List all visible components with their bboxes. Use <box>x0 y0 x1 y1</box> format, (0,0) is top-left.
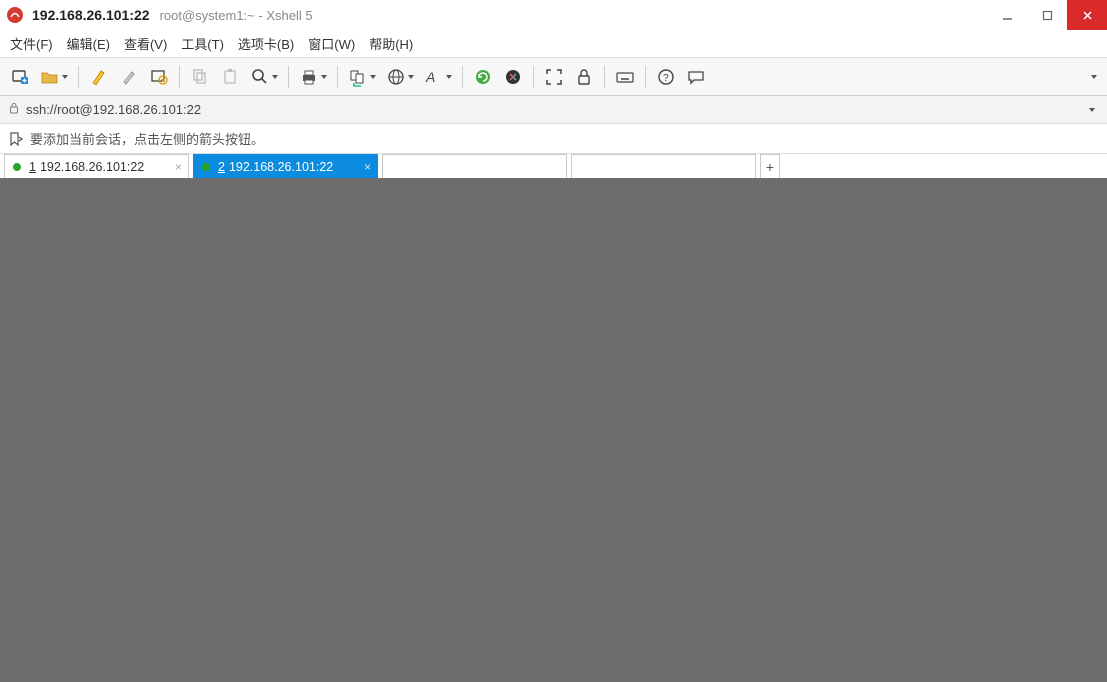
app-icon <box>6 6 24 24</box>
lock-button[interactable] <box>570 63 598 91</box>
menubar: 文件(F) 编辑(E) 查看(V) 工具(T) 选项卡(B) 窗口(W) 帮助(… <box>0 30 1107 58</box>
minimize-button[interactable] <box>987 0 1027 30</box>
paste-button[interactable] <box>216 63 244 91</box>
close-button[interactable] <box>1067 0 1107 30</box>
font-button[interactable]: A <box>420 63 456 91</box>
menu-help[interactable]: 帮助(H) <box>369 34 413 53</box>
fullscreen-button[interactable] <box>540 63 568 91</box>
menu-tools[interactable]: 工具(T) <box>181 34 224 53</box>
svg-text:?: ? <box>663 73 669 84</box>
svg-text:A: A <box>425 69 435 85</box>
copy-button[interactable] <box>186 63 214 91</box>
toolbar: A ? <box>0 58 1107 96</box>
hint-text: 要添加当前会话，点击左侧的箭头按钮。 <box>30 129 264 148</box>
open-session-button[interactable] <box>36 63 72 91</box>
find-button[interactable] <box>246 63 282 91</box>
session-tab-3[interactable] <box>382 154 567 178</box>
menu-tabs[interactable]: 选项卡(B) <box>238 34 294 53</box>
keyboard-button[interactable] <box>611 63 639 91</box>
toolbar-overflow[interactable] <box>1087 75 1101 79</box>
toolbar-separator <box>337 66 338 88</box>
title-host: 192.168.26.101:22 <box>32 7 150 23</box>
hint-bar: 要添加当前会话，点击左侧的箭头按钮。 <box>0 124 1107 154</box>
address-bar: ssh://root@192.168.26.101:22 <box>0 96 1107 124</box>
terminal-area[interactable] <box>0 178 1107 682</box>
tab-bar: 1 192.168.26.101:22 × 2 192.168.26.101:2… <box>0 154 1107 178</box>
color-button[interactable] <box>115 63 143 91</box>
feedback-button[interactable] <box>682 63 710 91</box>
toolbar-separator <box>179 66 180 88</box>
titlebar: 192.168.26.101:22 root@system1:~ - Xshel… <box>0 0 1107 30</box>
menu-edit[interactable]: 编辑(E) <box>67 34 110 53</box>
toolbar-separator <box>533 66 534 88</box>
tab-label: 192.168.26.101:22 <box>229 160 333 174</box>
session-tab-4[interactable] <box>571 154 756 178</box>
session-tab-1[interactable]: 1 192.168.26.101:22 × <box>4 154 189 178</box>
tab-close-button[interactable]: × <box>175 160 182 174</box>
highlight-button[interactable] <box>85 63 113 91</box>
transfer-button[interactable] <box>344 63 380 91</box>
disconnect-button[interactable] <box>499 63 527 91</box>
maximize-button[interactable] <box>1027 0 1067 30</box>
new-session-button[interactable] <box>6 63 34 91</box>
lock-icon <box>8 101 20 119</box>
status-dot-icon <box>13 163 21 171</box>
toolbar-separator <box>288 66 289 88</box>
status-dot-icon <box>202 163 210 171</box>
add-tab-button[interactable]: + <box>760 154 780 178</box>
address-text[interactable]: ssh://root@192.168.26.101:22 <box>26 102 1085 117</box>
bookmark-hint-icon[interactable] <box>8 131 24 147</box>
reconnect-button[interactable] <box>469 63 497 91</box>
menu-view[interactable]: 查看(V) <box>124 34 167 53</box>
tab-index: 1 <box>29 160 36 174</box>
tab-index: 2 <box>218 160 225 174</box>
toolbar-separator <box>645 66 646 88</box>
menu-file[interactable]: 文件(F) <box>10 34 53 53</box>
menu-window[interactable]: 窗口(W) <box>308 34 355 53</box>
toolbar-separator <box>78 66 79 88</box>
toolbar-separator <box>462 66 463 88</box>
encoding-button[interactable] <box>382 63 418 91</box>
title-session: root@system1:~ - Xshell 5 <box>160 8 313 23</box>
tab-close-button[interactable]: × <box>364 160 371 174</box>
print-button[interactable] <box>295 63 331 91</box>
toolbar-separator <box>604 66 605 88</box>
session-tab-2[interactable]: 2 192.168.26.101:22 × <box>193 154 378 178</box>
properties-button[interactable] <box>145 63 173 91</box>
address-dropdown[interactable] <box>1085 108 1099 112</box>
tab-label: 192.168.26.101:22 <box>40 160 144 174</box>
help-button[interactable]: ? <box>652 63 680 91</box>
